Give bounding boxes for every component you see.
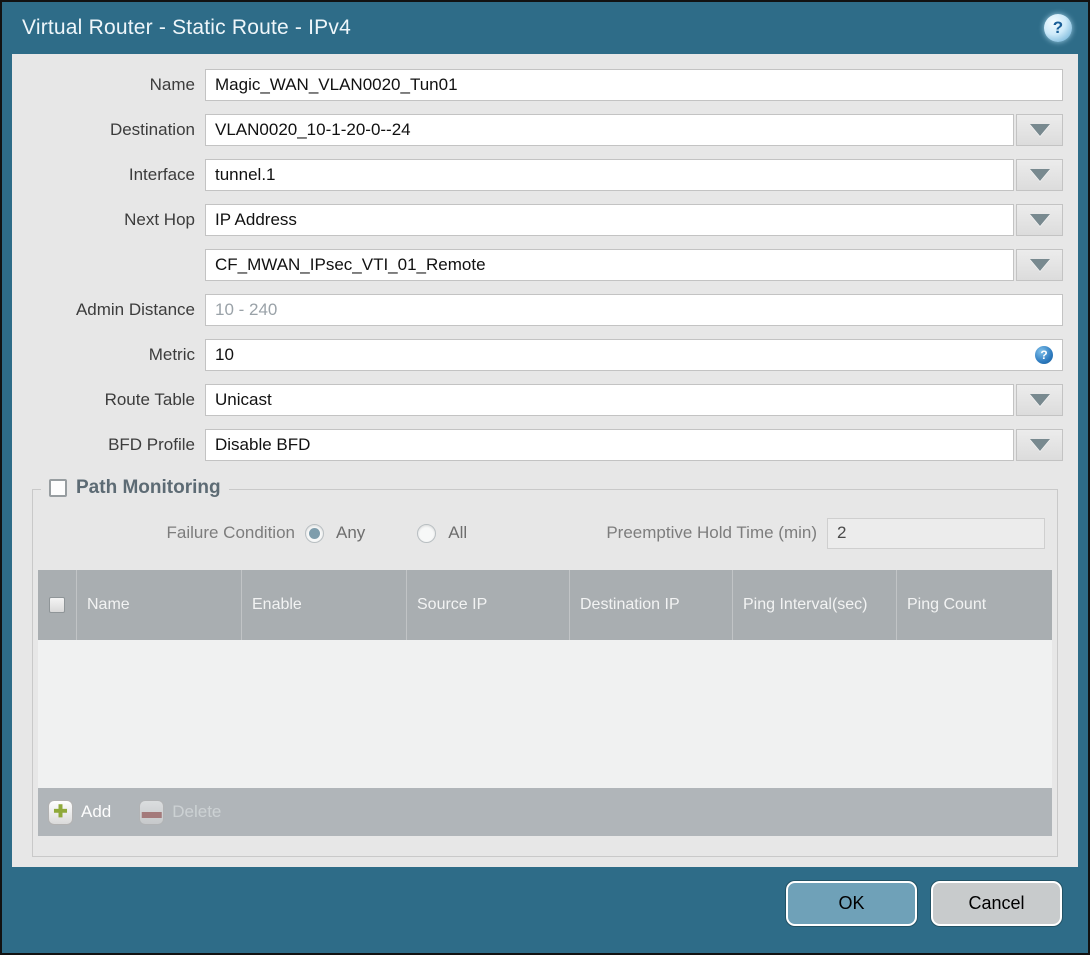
radio-all[interactable] [417, 523, 437, 543]
next-hop-label: Next Hop [124, 210, 195, 229]
add-plus-icon: ✚ [48, 799, 73, 825]
path-monitoring-checkbox[interactable] [49, 479, 67, 497]
table-header-name: Name [76, 570, 241, 640]
path-monitoring-legend: Path Monitoring [41, 477, 229, 499]
route-table-label: Route Table [104, 390, 195, 409]
table-header-ping-interval: Ping Interval(sec) [732, 570, 896, 640]
next-hop-type-input[interactable] [205, 204, 1014, 236]
form-row-name: Name [12, 69, 1063, 101]
form-row-metric: Metric ? [12, 339, 1063, 371]
form-row-admin-distance: Admin Distance [12, 294, 1063, 326]
preemptive-hold-time-label: Preemptive Hold Time (min) [606, 523, 817, 542]
table-header-enable: Enable [241, 570, 406, 640]
select-all-checkbox[interactable] [49, 597, 65, 613]
dialog-title: Virtual Router - Static Route - IPv4 [22, 16, 351, 39]
route-table-dropdown-button[interactable] [1016, 384, 1063, 416]
table-toolbar: ✚ Add ▬ Delete [38, 788, 1052, 836]
bfd-profile-label: BFD Profile [108, 435, 195, 454]
metric-help-icon[interactable]: ? [1035, 346, 1053, 364]
static-route-form: Name Destination Interface [12, 69, 1063, 474]
add-button[interactable]: ✚ Add [48, 799, 112, 825]
preemptive-hold-time-input[interactable] [827, 517, 1045, 549]
next-hop-address-dropdown-button[interactable] [1016, 249, 1063, 281]
path-monitoring-title: Path Monitoring [76, 477, 221, 498]
table-header-row: Name Enable Source IP Destination IP Pin… [38, 570, 1052, 640]
table-body-empty [38, 640, 1052, 788]
name-label: Name [149, 75, 195, 94]
chevron-down-icon [1029, 394, 1050, 406]
dialog-body: Name Destination Interface [12, 54, 1078, 867]
chevron-down-icon [1029, 439, 1050, 451]
interface-dropdown-button[interactable] [1016, 159, 1063, 191]
failure-condition-all-option: All [417, 523, 467, 543]
radio-any-label: Any [336, 523, 366, 542]
destination-label: Destination [109, 120, 195, 139]
cancel-button[interactable]: Cancel [931, 881, 1062, 926]
chevron-down-icon [1029, 259, 1050, 271]
interface-label: Interface [128, 165, 195, 184]
table-header-source-ip: Source IP [406, 570, 569, 640]
chevron-down-icon [1029, 124, 1050, 136]
add-button-label: Add [81, 802, 112, 821]
path-monitoring-section: Path Monitoring Failure Condition Any Al… [32, 477, 1058, 857]
delete-button[interactable]: ▬ Delete [139, 799, 222, 825]
name-input[interactable] [205, 69, 1063, 101]
failure-condition-label: Failure Condition [166, 523, 295, 542]
admin-distance-input[interactable] [205, 294, 1063, 326]
failure-condition-any-option: Any [305, 523, 365, 543]
dialog-titlebar: Virtual Router - Static Route - IPv4 [2, 2, 1088, 54]
chevron-down-icon [1029, 169, 1050, 181]
bfd-profile-input[interactable] [205, 429, 1014, 461]
form-row-route-table: Route Table [12, 384, 1063, 416]
delete-minus-icon: ▬ [139, 799, 165, 825]
failure-condition-row: Failure Condition Any All Preemptive Hol… [33, 516, 1045, 550]
route-table-input[interactable] [205, 384, 1014, 416]
bfd-profile-dropdown-button[interactable] [1016, 429, 1063, 461]
destination-dropdown-button[interactable] [1016, 114, 1063, 146]
path-monitoring-table: Name Enable Source IP Destination IP Pin… [38, 570, 1052, 836]
next-hop-type-dropdown-button[interactable] [1016, 204, 1063, 236]
form-row-interface: Interface [12, 159, 1063, 191]
form-row-next-hop: Next Hop [12, 204, 1063, 236]
static-route-dialog: Virtual Router - Static Route - IPv4 ? N… [0, 0, 1090, 955]
form-row-bfd-profile: BFD Profile [12, 429, 1063, 461]
ok-button[interactable]: OK [786, 881, 917, 926]
table-header-select-all [38, 570, 76, 640]
table-header-ping-count: Ping Count [896, 570, 1052, 640]
form-row-next-hop-address [12, 249, 1063, 281]
table-header-destination-ip: Destination IP [569, 570, 732, 640]
radio-any[interactable] [305, 523, 324, 543]
help-icon[interactable]: ? [1044, 14, 1072, 42]
metric-input[interactable] [205, 339, 1063, 371]
delete-button-label: Delete [172, 802, 222, 821]
destination-input[interactable] [205, 114, 1014, 146]
form-row-destination: Destination [12, 114, 1063, 146]
next-hop-address-input[interactable] [205, 249, 1014, 281]
metric-label: Metric [148, 345, 195, 364]
admin-distance-label: Admin Distance [75, 300, 195, 319]
interface-input[interactable] [205, 159, 1014, 191]
radio-all-label: All [448, 523, 468, 542]
chevron-down-icon [1029, 214, 1050, 226]
